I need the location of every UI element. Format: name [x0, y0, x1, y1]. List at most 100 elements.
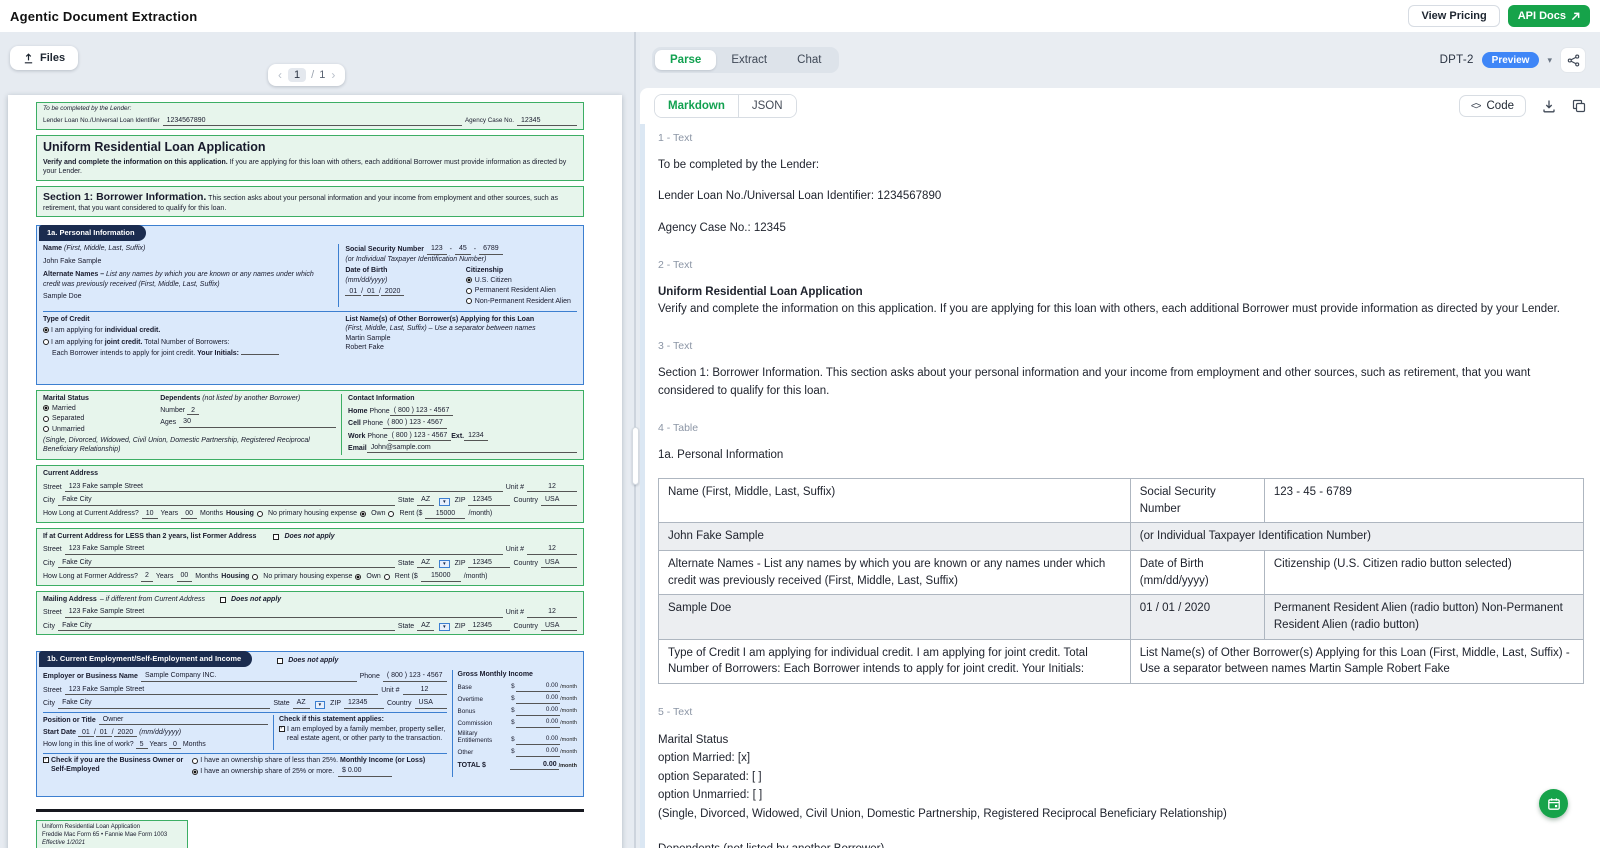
email-label: Email [348, 444, 367, 453]
zip-label: ZIP [455, 559, 466, 568]
employment-dna-checkbox-icon[interactable] [277, 658, 283, 664]
api-docs-button[interactable]: API Docs [1508, 5, 1590, 27]
street-label: Street [43, 483, 62, 492]
table-cell: (or Individual Taxpayer Identification N… [1130, 523, 1583, 551]
section-1a-header: 1a. Personal Information [39, 225, 146, 241]
marital-status-label: Marital Status [43, 394, 160, 403]
home-phone-word: Phone [369, 408, 389, 415]
copy-button[interactable] [1572, 99, 1586, 113]
unit-value: 12 [527, 607, 577, 617]
own-radio-icon[interactable] [355, 574, 361, 580]
radio-option[interactable]: Non-Permanent Resident Alien [466, 297, 577, 306]
tab-chat[interactable]: Chat [782, 50, 836, 70]
rent-radio-icon[interactable] [388, 511, 394, 517]
business-owner-checkbox-icon[interactable] [43, 757, 49, 763]
tab-parse[interactable]: Parse [655, 50, 716, 70]
marital-note: (Single, Divorced, Widowed, Civil Union,… [43, 436, 336, 455]
credit2-bold: joint credit. [105, 339, 143, 346]
form-intro-bold: Verify and complete the information on t… [43, 159, 228, 166]
radio-option[interactable]: Permanent Resident Alien [466, 286, 577, 295]
no-housing-expense-radio-icon[interactable] [257, 511, 263, 517]
divider-handle[interactable] [632, 427, 639, 485]
state-dropdown-icon[interactable]: ▼ [439, 623, 449, 631]
initials-blank-field[interactable] [241, 349, 279, 355]
form-title-box: Uniform Residential Loan Application Ver… [36, 135, 584, 181]
city-label: City [43, 622, 55, 631]
view-pricing-button[interactable]: View Pricing [1408, 5, 1499, 27]
ownership-lt25-radio-icon[interactable] [192, 758, 198, 764]
rent-radio-icon[interactable] [384, 574, 390, 580]
gmi-row-value: 0.00 [516, 706, 561, 716]
radio-option[interactable]: U.S. Citizen [466, 276, 577, 285]
form-current-address-box: Current Address Street123 Fake sample St… [36, 465, 584, 523]
table-cell: Name (First, Middle, Last, Suffix) [659, 479, 1131, 523]
street-label: Street [43, 545, 62, 554]
former-address-label: If at Current Address for LESS than 2 ye… [43, 532, 256, 541]
citizenship-block: Citizenship U.S. CitizenPermanent Reside… [466, 266, 577, 307]
work-years-word: Years [149, 741, 167, 748]
files-button[interactable]: Files [10, 46, 78, 70]
credit2-rest: Total Number of Borrowers: [142, 339, 229, 346]
top-bar: Agentic Document Extraction View Pricing… [0, 0, 1600, 32]
radio-icon [466, 288, 472, 294]
radio-label: Married [52, 404, 76, 413]
statement-checkbox-icon[interactable] [279, 726, 285, 732]
name-value: John Fake Sample [43, 257, 332, 266]
individual-credit-radio-icon[interactable] [43, 327, 49, 333]
radio-option[interactable]: Separated [43, 414, 160, 423]
state-dropdown-icon[interactable]: ▼ [315, 701, 325, 709]
dependents-number-value: 2 [187, 407, 199, 415]
current-page: 1 [288, 68, 306, 82]
state-dropdown-icon[interactable]: ▼ [439, 560, 449, 568]
radio-option[interactable]: Unmarried [43, 425, 160, 434]
no-housing-expense-radio-icon[interactable] [252, 574, 258, 580]
calendar-fab-button[interactable] [1539, 789, 1568, 818]
housing-label: Housing [226, 509, 254, 518]
joint-credit-radio-icon[interactable] [43, 339, 49, 345]
table-cell: 01 / 01 / 2020 [1130, 595, 1264, 639]
former-dna-checkbox-icon[interactable] [273, 534, 279, 540]
table-cell: 123 - 45 - 6789 [1264, 479, 1583, 523]
rent-label: Rent ($ [395, 572, 418, 581]
dependents-ages-label: Ages [160, 418, 176, 427]
rent-suffix: /month) [468, 509, 492, 518]
country-value: USA [541, 495, 577, 505]
prev-page-button[interactable]: ‹ [277, 68, 283, 82]
ext-value: 1234 [464, 431, 488, 441]
unit-label: Unit # [506, 545, 524, 554]
code-button[interactable]: <> Code [1459, 95, 1526, 117]
zip-value: 12345 [468, 495, 510, 505]
section-text: 1a. Personal Information [658, 447, 1584, 464]
zip-value: 12345 [344, 698, 384, 708]
ownership-ge25-radio-icon[interactable] [192, 769, 198, 775]
download-button[interactable] [1542, 99, 1556, 113]
phone-label: Phone [360, 672, 380, 681]
next-page-button[interactable]: › [330, 68, 336, 82]
mailing-address-hint: – if different from Current Address [100, 595, 205, 604]
table-row: Name (First, Middle, Last, Suffix)Social… [659, 479, 1584, 523]
panel-divider[interactable] [630, 32, 640, 848]
section-text: Uniform Residential Loan ApplicationVeri… [658, 284, 1584, 319]
ssn-label: Social Security Number [345, 245, 424, 254]
gmi-row-permonth: /month [560, 720, 577, 727]
city-value: Fake City [58, 621, 395, 631]
state-dropdown-icon[interactable]: ▼ [439, 498, 449, 506]
mailing-dna-checkbox-icon[interactable] [220, 597, 226, 603]
city-label: City [43, 559, 55, 568]
radio-label: Non-Permanent Resident Alien [475, 297, 571, 306]
gmi-row-label: Commission [458, 720, 511, 727]
other-borrower-1: Martin Sample [345, 334, 577, 343]
dependents-hint: (not listed by another Borrower) [202, 395, 300, 402]
citizenship-options: U.S. CitizenPermanent Resident Alien Non-… [466, 276, 577, 306]
tab-extract[interactable]: Extract [716, 50, 782, 70]
radio-option[interactable]: Married [43, 404, 160, 413]
tab-markdown[interactable]: Markdown [655, 95, 739, 117]
share-button[interactable] [1560, 47, 1586, 73]
chevron-down-icon[interactable]: ▾ [1547, 55, 1552, 66]
gmi-row: Overtime$0.00/month [458, 694, 577, 704]
tab-json[interactable]: JSON [739, 95, 796, 117]
own-radio-icon[interactable] [360, 511, 366, 517]
gmi-label: Gross Monthly Income [458, 670, 577, 679]
section-label: 1 - Text [658, 132, 1584, 144]
dob-label: Date of Birth [345, 266, 465, 275]
